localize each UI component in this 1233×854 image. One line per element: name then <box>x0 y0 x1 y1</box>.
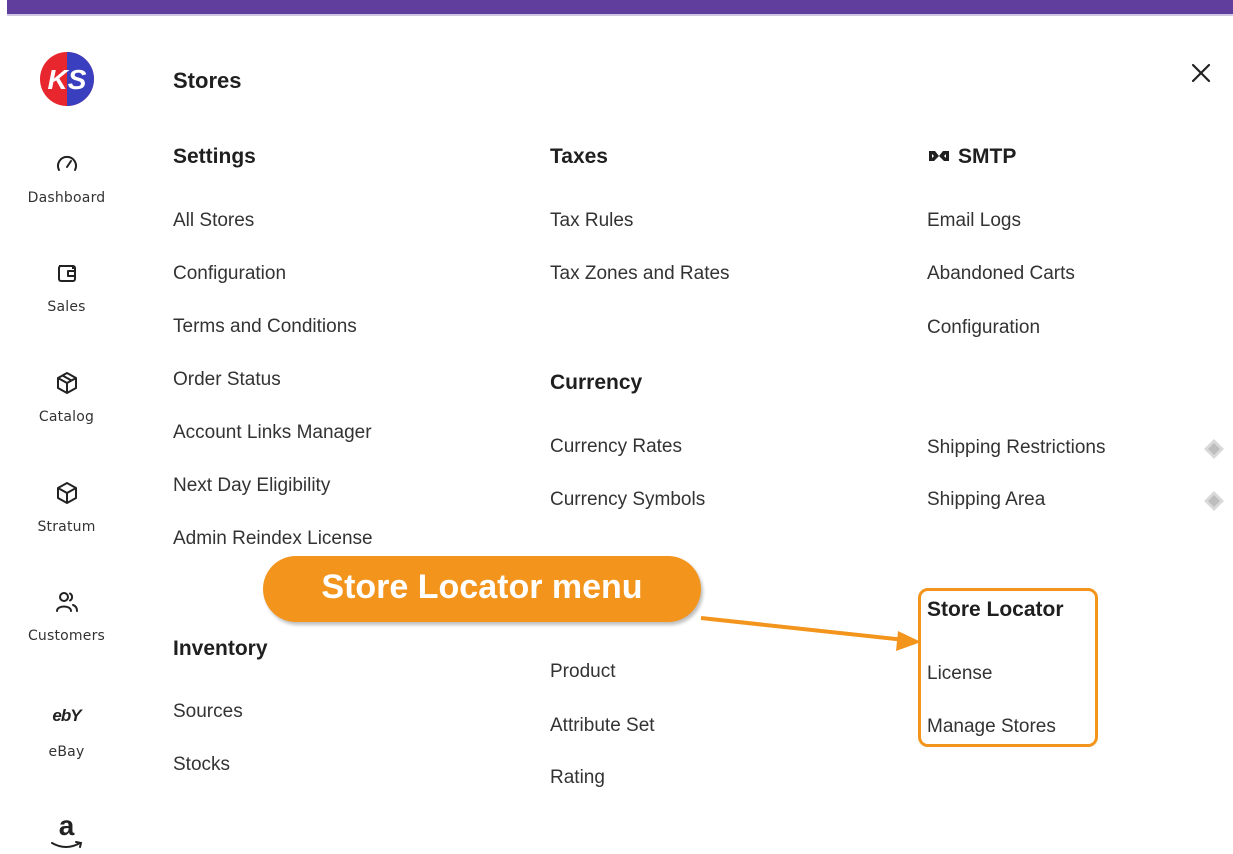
menu-link-product[interactable]: Product <box>550 661 615 683</box>
menu-link-all-stores[interactable]: All Stores <box>173 210 254 232</box>
sidebar-item-ebay[interactable]: ebY eBay <box>0 706 133 760</box>
menu-link-sources[interactable]: Sources <box>173 701 243 723</box>
top-accent-bar <box>7 0 1233 16</box>
menu-link-account-links-manager[interactable]: Account Links Manager <box>173 422 372 444</box>
amazon-smile <box>51 841 83 848</box>
menu-link-shipping-restrictions[interactable]: Shipping Restrictions <box>927 437 1105 459</box>
menu-link-next-day-eligibility[interactable]: Next Day Eligibility <box>173 475 330 497</box>
menu-link-attribute-set[interactable]: Attribute Set <box>550 715 655 737</box>
section-heading-currency: Currency <box>550 371 643 394</box>
section-heading-label: SMTP <box>958 145 1017 168</box>
sidebar-item-label: eBay <box>48 744 85 760</box>
sidebar-item-catalog[interactable]: Catalog <box>0 371 133 425</box>
smtp-icon <box>929 150 949 161</box>
sidebar-item-stratum[interactable]: Stratum <box>0 481 133 535</box>
sidebar-item-label: Dashboard <box>27 190 106 206</box>
page-title: Stores <box>173 68 242 93</box>
menu-link-abandoned-carts[interactable]: Abandoned Carts <box>927 263 1075 285</box>
diamond-icon <box>1204 491 1224 511</box>
menu-link-shipping-area[interactable]: Shipping Area <box>927 489 1045 511</box>
sidebar-item-amazon[interactable]: a <box>0 812 133 852</box>
sidebar: KS Dashboard Sales Catalog Stratum Custo… <box>0 0 135 854</box>
amazon-letter: a <box>58 810 75 841</box>
amazon-icon: a <box>0 812 133 852</box>
menu-link-tax-zones-and-rates[interactable]: Tax Zones and Rates <box>550 263 730 285</box>
svg-text:KS: KS <box>48 64 87 95</box>
annotation-callout: Store Locator menu <box>263 556 701 622</box>
menu-link-email-logs[interactable]: Email Logs <box>927 210 1021 232</box>
sidebar-item-customers[interactable]: Customers <box>0 590 133 644</box>
menu-link-smtp-configuration[interactable]: Configuration <box>927 317 1040 339</box>
gauge-icon <box>56 155 77 171</box>
sidebar-item-label: Stratum <box>37 519 96 535</box>
menu-link-admin-reindex-license[interactable]: Admin Reindex License <box>173 528 373 550</box>
menu-link-currency-symbols[interactable]: Currency Symbols <box>550 489 705 511</box>
wallet-icon <box>57 265 76 282</box>
highlight-box <box>918 588 1098 747</box>
section-heading-taxes: Taxes <box>550 145 608 168</box>
sidebar-item-label: Sales <box>47 299 86 315</box>
sidebar-item-label: Customers <box>27 628 106 644</box>
section-heading-settings: Settings <box>173 145 256 168</box>
menu-link-tax-rules[interactable]: Tax Rules <box>550 210 633 232</box>
menu-link-configuration[interactable]: Configuration <box>173 263 286 285</box>
close-icon[interactable] <box>1188 60 1214 86</box>
menu-link-order-status[interactable]: Order Status <box>173 369 281 391</box>
menu-link-currency-rates[interactable]: Currency Rates <box>550 436 682 458</box>
diamond-icon <box>1204 439 1224 459</box>
box-icon <box>56 372 77 394</box>
ebay-icon: ebY <box>52 706 81 725</box>
section-heading-inventory: Inventory <box>173 637 268 660</box>
ks-logo[interactable]: KS <box>38 50 96 108</box>
sidebar-item-label: Catalog <box>38 409 95 425</box>
section-heading-smtp: SMTP <box>928 145 1016 169</box>
sidebar-item-sales[interactable]: Sales <box>0 261 133 315</box>
menu-link-terms-and-conditions[interactable]: Terms and Conditions <box>173 316 357 338</box>
menu-link-stocks[interactable]: Stocks <box>173 754 230 776</box>
menu-link-rating[interactable]: Rating <box>550 767 605 789</box>
cube-icon <box>56 482 77 504</box>
sidebar-item-dashboard[interactable]: Dashboard <box>0 152 133 206</box>
callout-label: Store Locator menu <box>321 568 643 606</box>
users-icon <box>55 592 78 612</box>
